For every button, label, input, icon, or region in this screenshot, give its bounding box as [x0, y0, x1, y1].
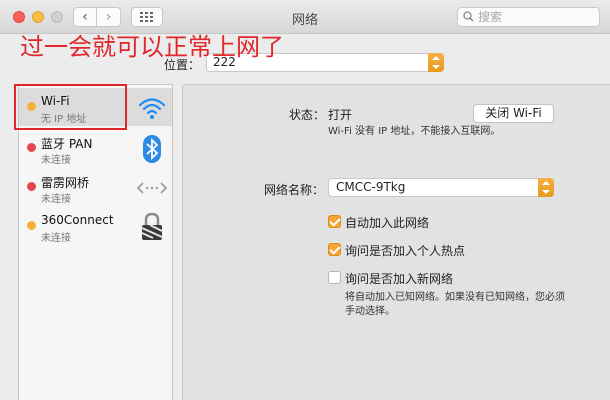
- network-name-value: CMCC-9Tkg: [336, 180, 406, 194]
- auto-join-label: 自动加入此网络: [345, 216, 430, 230]
- bluetooth-icon: [143, 135, 161, 163]
- wifi-icon: [138, 98, 166, 119]
- ask-new-network-label: 询问是否加入新网络: [345, 272, 454, 286]
- service-name: 蓝牙 PAN: [41, 137, 93, 151]
- network-name-label: 网络名称：: [264, 183, 325, 197]
- service-name: 360Connect: [41, 213, 114, 227]
- service-status: 未连接: [41, 194, 71, 205]
- auto-join-checkbox[interactable]: [328, 215, 341, 228]
- service-item-bluetooth-pan[interactable]: 蓝牙 PAN 未连接: [19, 129, 172, 167]
- status-description: Wi-Fi 没有 IP 地址，不能接入互联网。: [328, 126, 501, 137]
- ask-new-network-checkbox[interactable]: [328, 271, 341, 284]
- ask-hotspot-checkbox[interactable]: [328, 243, 341, 256]
- status-dot: [27, 143, 36, 152]
- service-list: Wi-Fi 无 IP 地址 蓝牙 PAN 未连接 雷雳网桥 未连接 360Con…: [18, 84, 173, 400]
- status-dot: [27, 221, 36, 230]
- service-item-360connect[interactable]: 360Connect 未连接: [19, 207, 172, 245]
- thunderbolt-bridge-icon: [137, 182, 167, 194]
- search-input[interactable]: 搜索: [457, 7, 600, 27]
- ask-hotspot-label: 询问是否加入个人热点: [345, 244, 466, 258]
- highlight-box: [14, 84, 127, 130]
- select-stepper-icon: [538, 178, 554, 197]
- status-value: 打开: [328, 108, 353, 122]
- search-icon: [463, 11, 474, 22]
- lock-icon: [141, 212, 163, 240]
- service-name: 雷雳网桥: [41, 176, 90, 190]
- annotation-text: 过一会就可以正常上网了: [20, 33, 284, 61]
- service-item-thunderbolt-bridge[interactable]: 雷雳网桥 未连接: [19, 168, 172, 206]
- turn-off-wifi-button[interactable]: 关闭 Wi-Fi: [473, 104, 554, 123]
- service-status: 未连接: [41, 233, 71, 244]
- options-note-line-2: 手动选择。: [345, 306, 395, 317]
- service-status: 未连接: [41, 155, 71, 166]
- select-stepper-icon: [428, 53, 444, 72]
- options-note-line-1: 将自动加入已知网络。如果没有已知网络，您必须: [345, 292, 565, 303]
- status-dot: [27, 182, 36, 191]
- status-label: 状态：: [289, 108, 326, 122]
- search-placeholder: 搜索: [478, 10, 503, 24]
- network-name-select[interactable]: CMCC-9Tkg: [328, 178, 554, 197]
